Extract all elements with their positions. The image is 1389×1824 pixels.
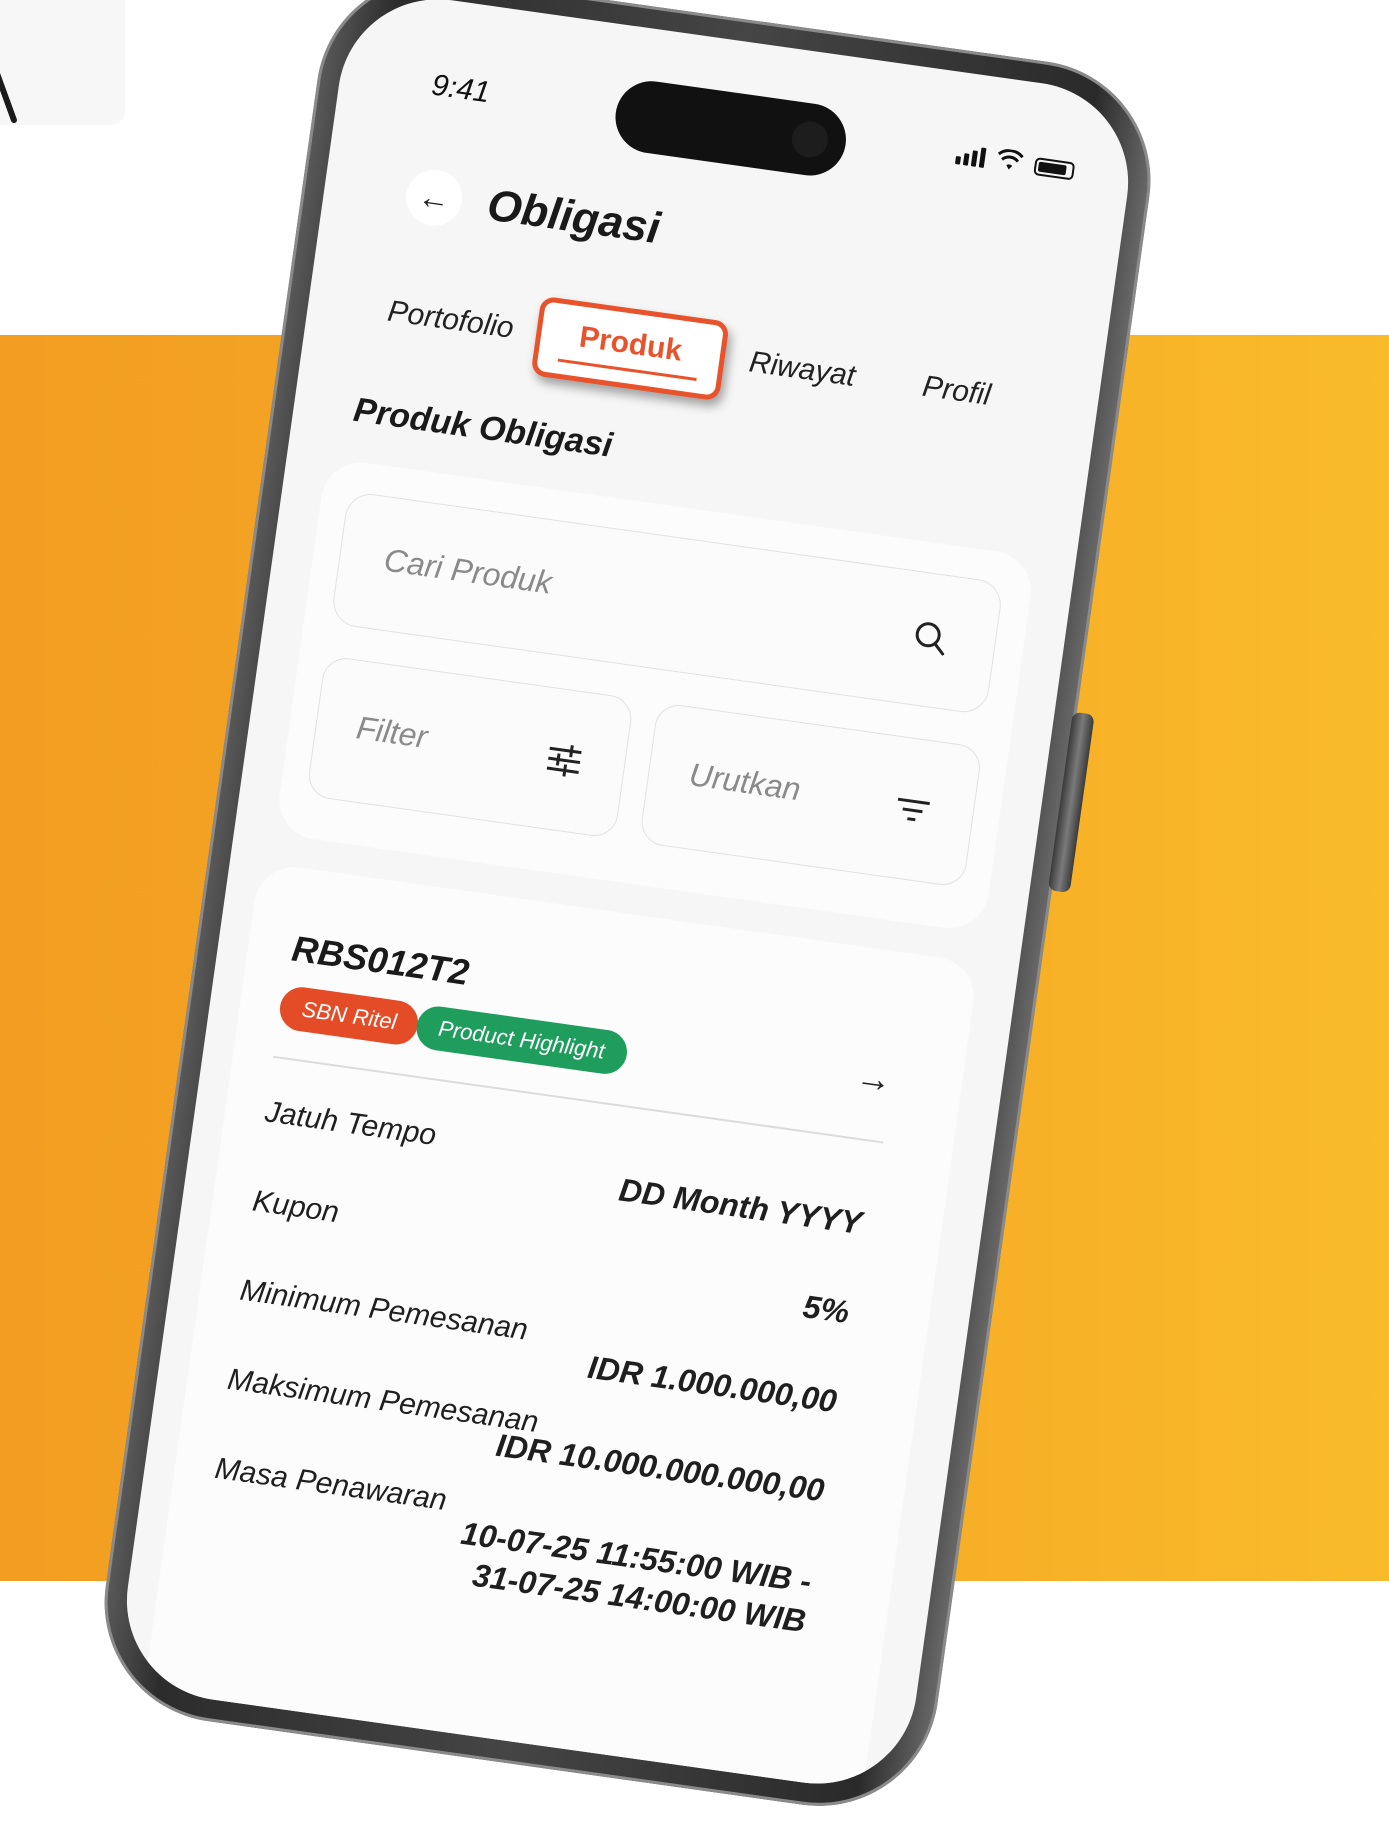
sort-icon [897, 797, 930, 822]
background-card-fragment [0, 0, 125, 125]
tab-portofolio[interactable]: Portofolio [386, 295, 516, 346]
app-header: ← Obligasi [402, 166, 664, 257]
arrow-left-icon: ← [415, 177, 453, 218]
tab-produk-label: Produk [577, 320, 685, 368]
detail-label: Masa Penawaran [212, 1451, 449, 1518]
search-placeholder: Cari Produk [381, 541, 555, 601]
detail-label: Jatuh Tempo [263, 1095, 439, 1152]
tab-produk[interactable]: Produk [530, 295, 730, 402]
filter-button[interactable]: Filter [305, 655, 635, 840]
back-button[interactable]: ← [402, 166, 466, 230]
status-time: 9:41 [429, 68, 492, 110]
wifi-icon [997, 149, 1024, 170]
sliders-icon [546, 745, 582, 777]
detail-value: 5% [800, 1288, 852, 1331]
sort-button[interactable]: Urutkan [638, 701, 984, 889]
badge-sbn-ritel: SBN Ritel [277, 984, 422, 1048]
page-title: Obligasi [484, 180, 664, 254]
detail-value: IDR 1.000.000,00 [585, 1348, 840, 1420]
product-code: RBS012T2 [289, 927, 472, 993]
filter-label: Filter [354, 709, 430, 755]
product-card[interactable]: RBS012T2 SBN Ritel Product Highlight → J… [134, 862, 979, 1797]
tab-profil[interactable]: Profil [920, 370, 992, 413]
detail-label: Kupon [250, 1184, 342, 1230]
tab-riwayat[interactable]: Riwayat [747, 345, 857, 394]
badge-product-highlight: Product Highlight [413, 1003, 630, 1077]
background-stroke [0, 56, 18, 124]
sort-label: Urutkan [686, 756, 803, 808]
signal-icon [954, 144, 987, 168]
detail-value: DD Month YYYY [616, 1171, 865, 1242]
search-panel: Cari Produk Filter Urutkan [274, 457, 1037, 934]
section-title: Produk Obligasi [351, 390, 615, 465]
detail-value: 10-07-25 11:55:00 WIB - 31-07-25 14:00:0… [453, 1513, 814, 1641]
status-icons [954, 142, 1076, 181]
arrow-right-icon[interactable]: → [853, 1055, 894, 1102]
search-icon[interactable] [908, 616, 953, 661]
camera [789, 119, 831, 160]
dynamic-island [610, 76, 851, 181]
battery-icon [1033, 157, 1076, 181]
